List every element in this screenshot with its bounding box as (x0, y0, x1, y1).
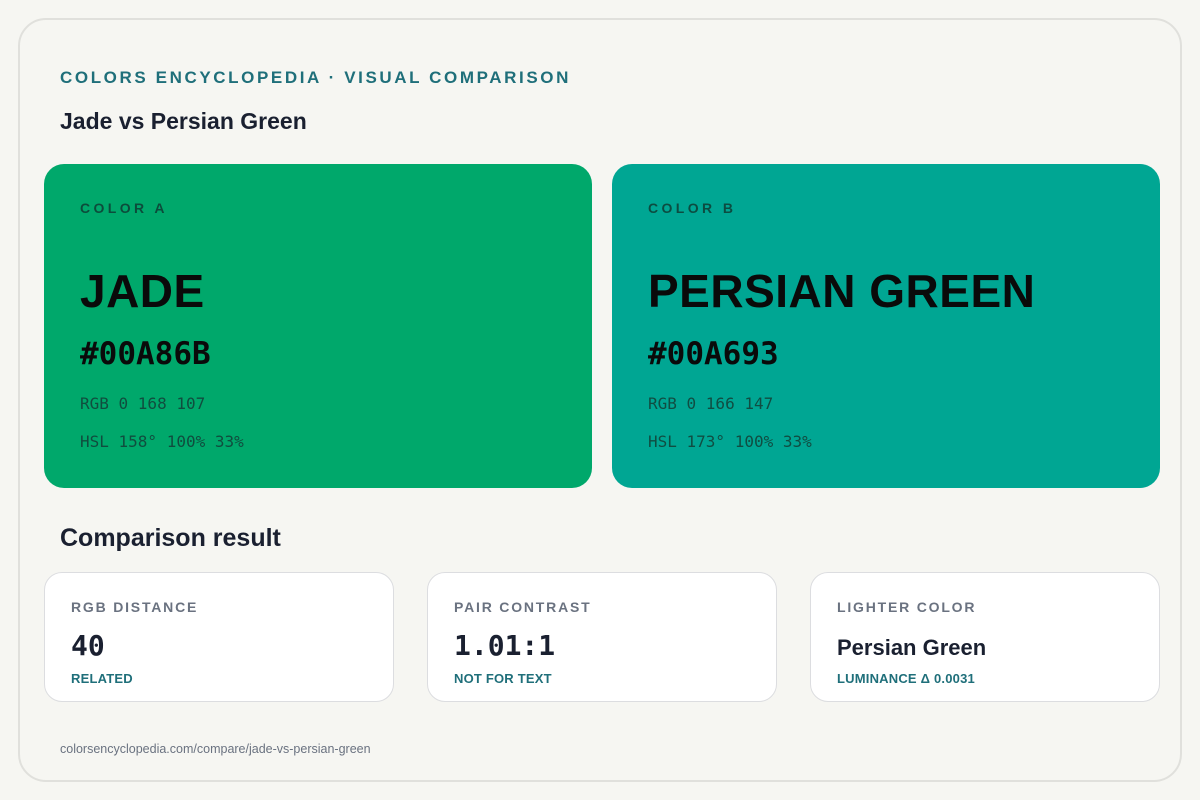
color-b-label: COLOR B (648, 200, 737, 216)
rgb-distance-card: RGB DISTANCE 40 RELATED (44, 572, 394, 702)
footer-url: colorsencyclopedia.com/compare/jade-vs-p… (60, 742, 371, 756)
color-b-swatch: COLOR B PERSIAN GREEN #00A693 RGB 0 166 … (612, 164, 1160, 488)
color-b-name: PERSIAN GREEN (648, 265, 1036, 317)
lighter-color-card: LIGHTER COLOR Persian Green LUMINANCE Δ … (810, 572, 1160, 702)
comparison-result-title: Comparison result (60, 524, 281, 552)
color-a-hex: #00A86B (80, 336, 211, 372)
comparison-frame: COLORS ENCYCLOPEDIA · VISUAL COMPARISON … (18, 18, 1182, 782)
eyebrow-label: COLORS ENCYCLOPEDIA · VISUAL COMPARISON (60, 68, 572, 87)
pair-contrast-note: NOT FOR TEXT (454, 671, 552, 686)
card-label: LIGHTER COLOR (837, 599, 977, 615)
pair-contrast-card: PAIR CONTRAST 1.01:1 NOT FOR TEXT (427, 572, 777, 702)
color-b-rgb: RGB 0 166 147 (648, 394, 774, 413)
pair-contrast-value: 1.01:1 (454, 629, 556, 662)
rgb-distance-value: 40 (71, 629, 105, 662)
page-title: Jade vs Persian Green (60, 108, 307, 134)
card-label: RGB DISTANCE (71, 599, 199, 615)
color-b-hex: #00A693 (648, 336, 779, 372)
color-a-label: COLOR A (80, 200, 168, 216)
color-a-swatch: COLOR A JADE #00A86B RGB 0 168 107 HSL 1… (44, 164, 592, 488)
color-b-hsl: HSL 173° 100% 33% (648, 432, 812, 451)
color-a-rgb: RGB 0 168 107 (80, 394, 206, 413)
lighter-color-value: Persian Green (837, 635, 987, 660)
luminance-delta-note: LUMINANCE Δ 0.0031 (837, 671, 975, 686)
color-a-hsl: HSL 158° 100% 33% (80, 432, 244, 451)
color-a-name: JADE (80, 265, 205, 317)
card-label: PAIR CONTRAST (454, 599, 592, 615)
rgb-distance-note: RELATED (71, 671, 133, 686)
